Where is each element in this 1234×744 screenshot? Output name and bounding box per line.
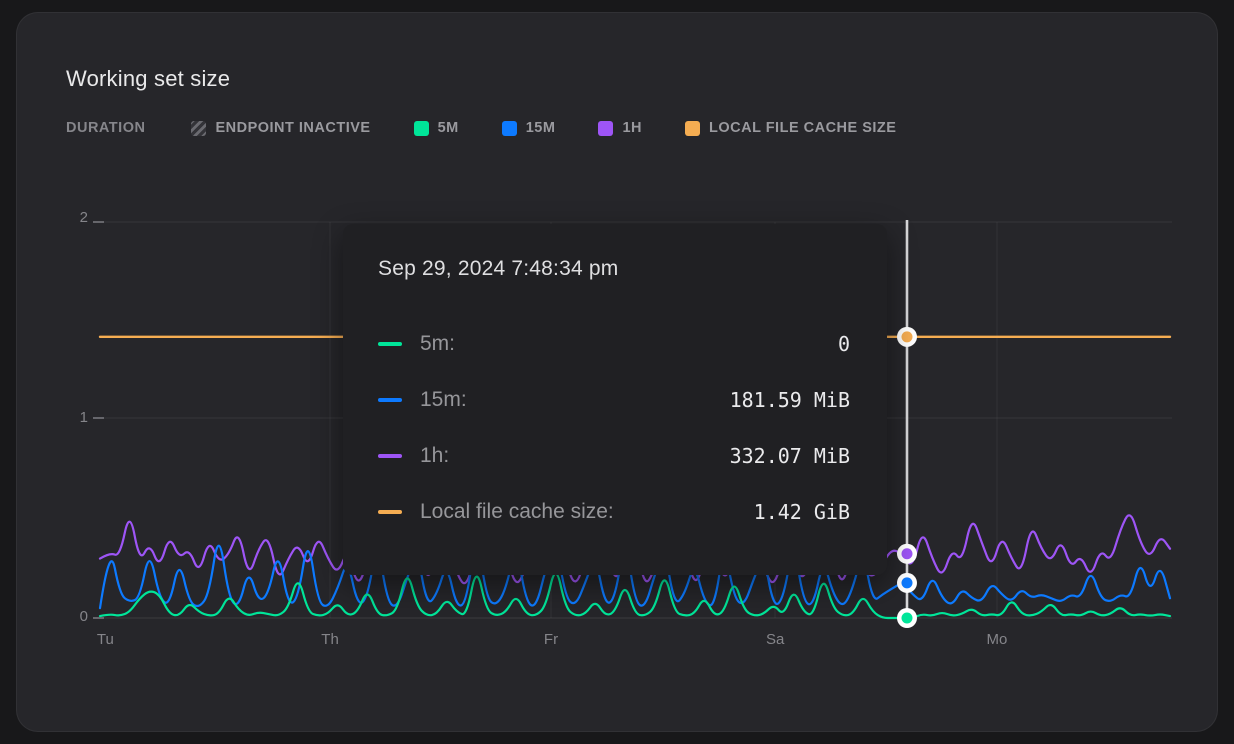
tooltip-row-label: Local file cache size: xyxy=(420,500,754,524)
tooltip-row-label: 15m: xyxy=(420,388,730,412)
tooltip-row-value: 181.59 MiB xyxy=(730,388,850,412)
tooltip-row-1h: 1h: 332.07 MiB xyxy=(378,442,850,470)
axis-ticks xyxy=(93,222,104,618)
blue-dash-icon xyxy=(378,398,402,402)
tooltip-row-local-file-cache-size: Local file cache size: 1.42 GiB xyxy=(378,498,850,526)
purple-dash-icon xyxy=(378,454,402,458)
chart-tooltip: Sep 29, 2024 7:48:34 pm 5m: 0 15m: 181.5… xyxy=(343,224,887,575)
tooltip-row-label: 1h: xyxy=(420,444,730,468)
tooltip-row-value: 332.07 MiB xyxy=(730,444,850,468)
green-dash-icon xyxy=(378,342,402,346)
tooltip-row-5m: 5m: 0 xyxy=(378,330,850,358)
orange-dash-icon xyxy=(378,510,402,514)
tooltip-timestamp: Sep 29, 2024 7:48:34 pm xyxy=(378,257,618,281)
tooltip-row-label: 5m: xyxy=(420,332,838,356)
metrics-page: Working set size DURATION ENDPOINT INACT… xyxy=(0,0,1234,744)
tooltip-row-15m: 15m: 181.59 MiB xyxy=(378,386,850,414)
tooltip-row-value: 0 xyxy=(838,332,850,356)
tooltip-row-value: 1.42 GiB xyxy=(754,500,850,524)
